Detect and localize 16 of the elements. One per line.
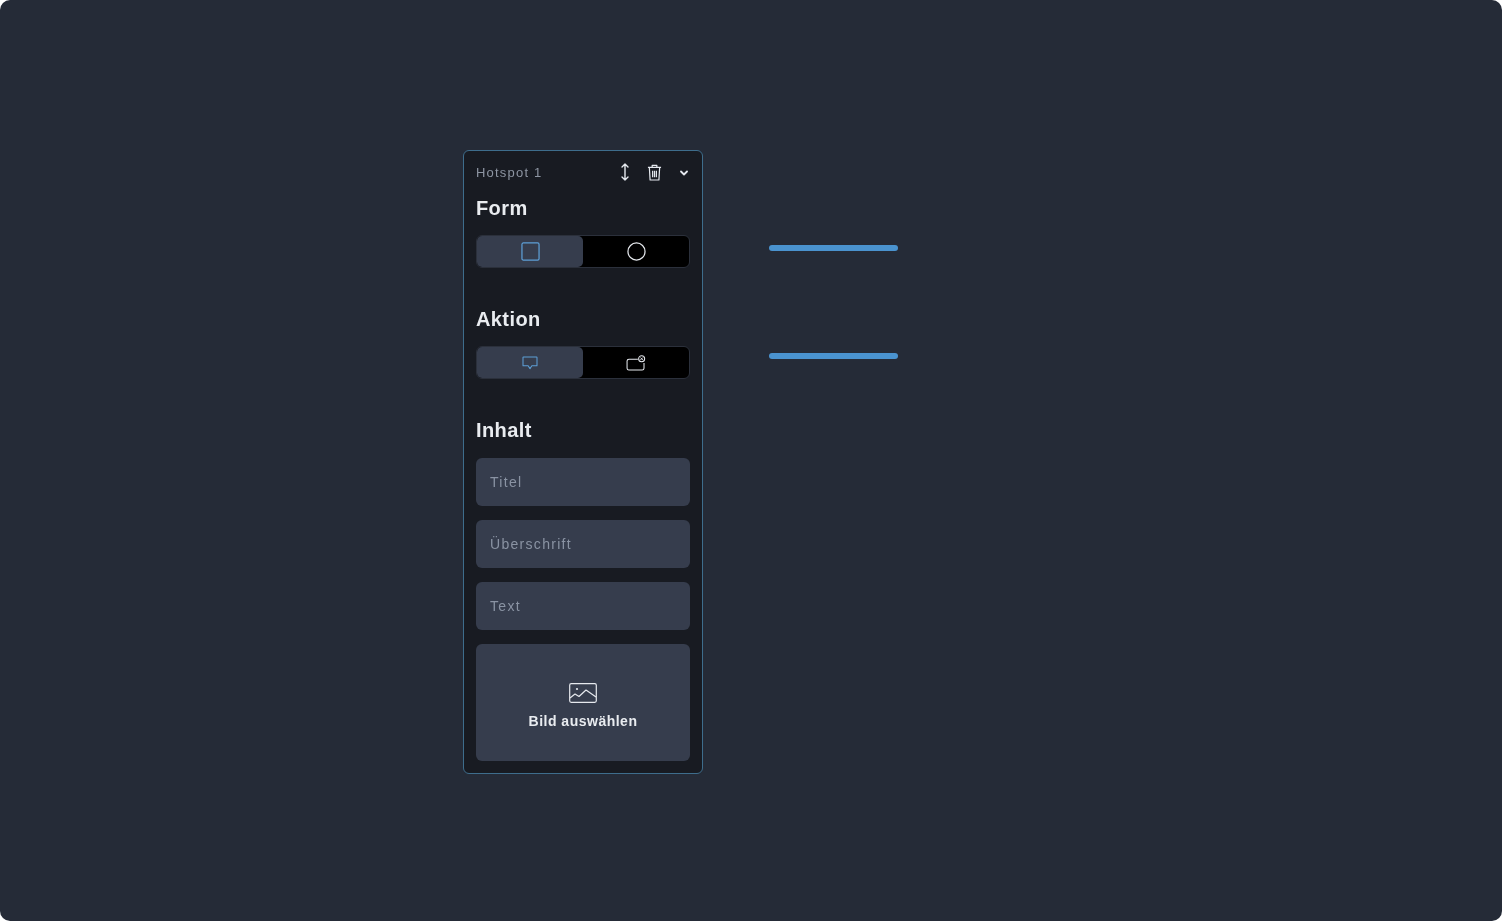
speech-bubble-icon: [522, 355, 538, 370]
trash-icon[interactable]: [647, 163, 662, 181]
image-select-button[interactable]: Bild auswählen: [476, 644, 690, 761]
input-field[interactable]: Text: [476, 582, 690, 630]
chevron-down-icon[interactable]: [680, 170, 688, 176]
section-heading: Aktion: [476, 307, 542, 331]
section-heading: Inhalt: [476, 418, 533, 442]
window-with-x-icon: [626, 354, 646, 371]
panel-title: Hotspot 1: [476, 164, 544, 180]
image-icon: [569, 682, 597, 703]
input-field[interactable]: Überschrift: [476, 520, 690, 568]
input-field[interactable]: Titel: [476, 458, 690, 506]
square-icon: [520, 242, 540, 261]
up-down-arrow-icon[interactable]: [621, 163, 629, 181]
circle-icon: [626, 242, 646, 261]
section-heading: Form: [476, 196, 529, 220]
